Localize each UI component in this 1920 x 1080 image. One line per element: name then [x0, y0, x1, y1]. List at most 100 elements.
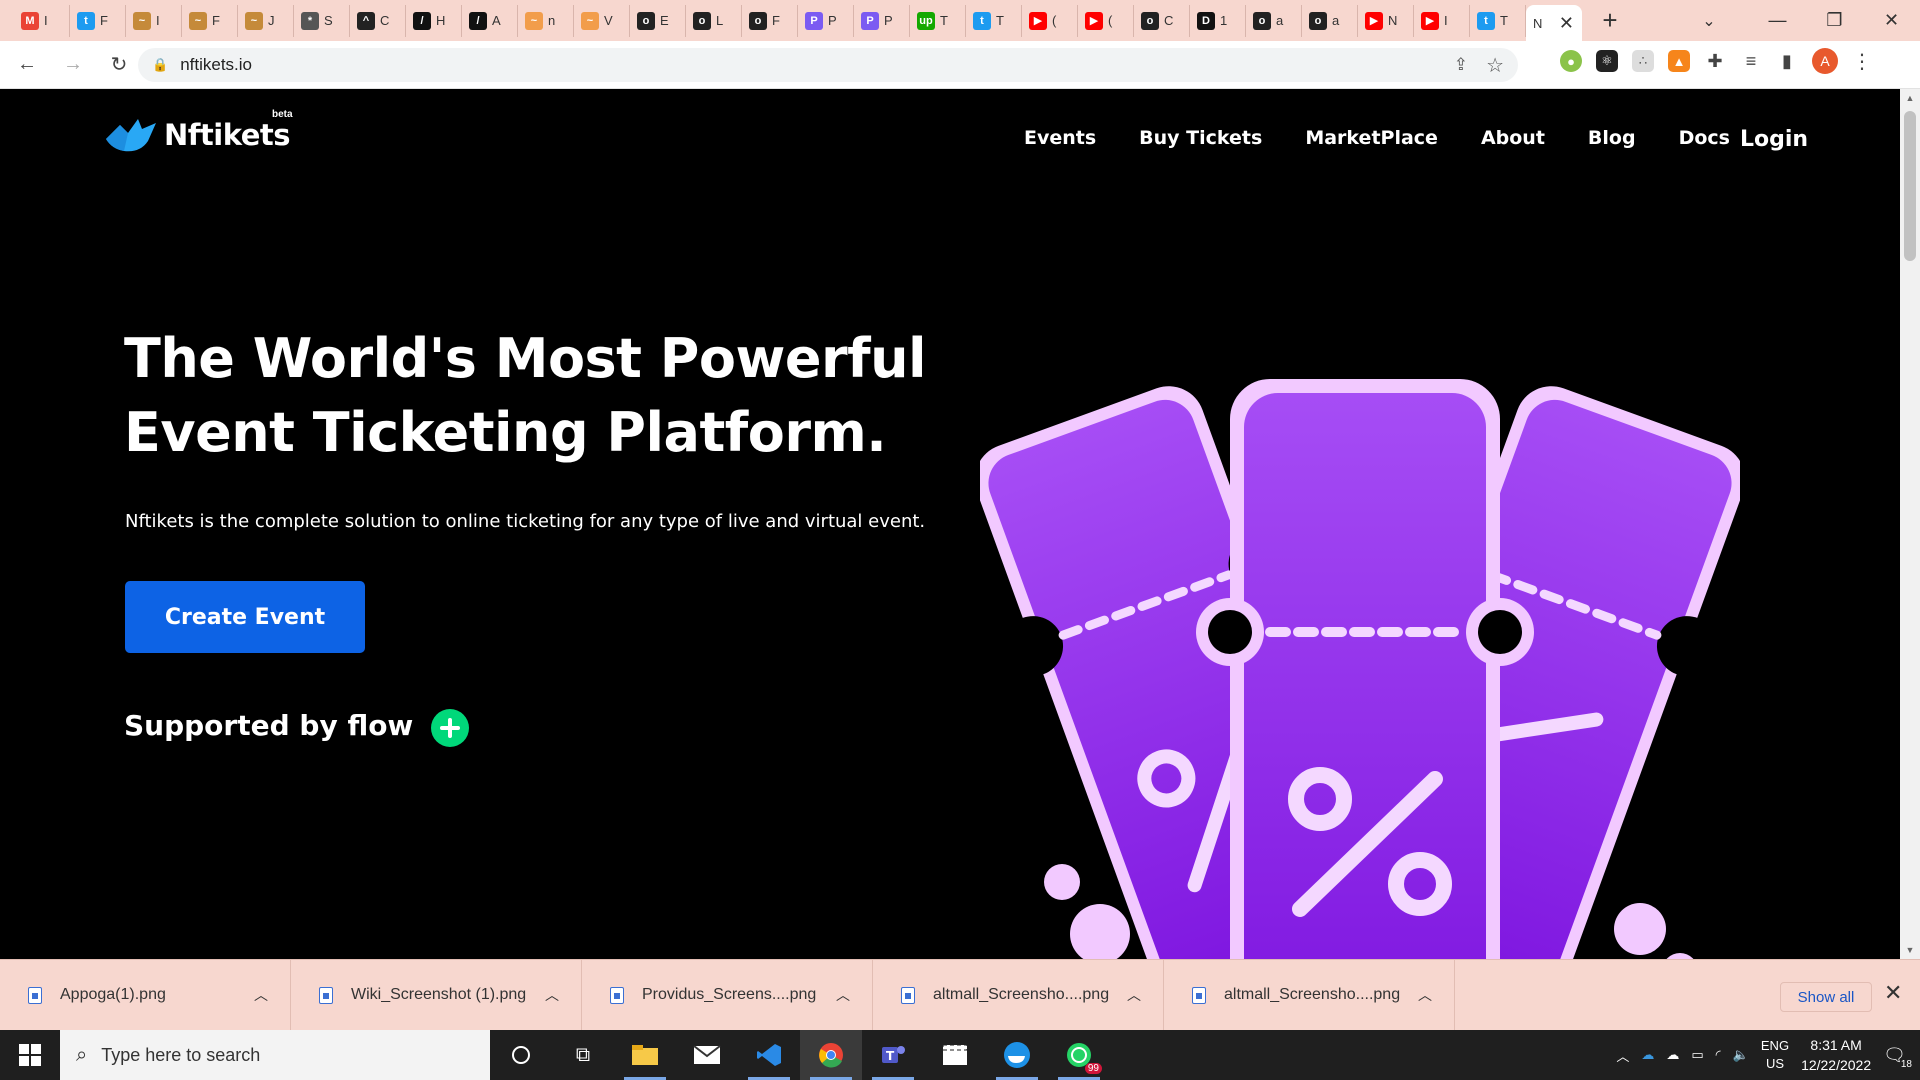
chevron-up-icon[interactable]: ︿ [1127, 985, 1141, 1005]
chevron-up-icon[interactable]: ︿ [545, 985, 559, 1005]
menu-kebab-icon[interactable]: ⋮ [1852, 49, 1872, 74]
browser-tab[interactable]: ▶( [1078, 4, 1134, 37]
share-icon[interactable]: ⇪ [1454, 55, 1468, 75]
media-icon[interactable]: ≡ [1740, 50, 1762, 72]
create-event-button[interactable]: Create Event [125, 581, 365, 653]
puzzle-icon[interactable]: ✚ [1704, 50, 1726, 72]
browser-tab[interactable]: ~ J [238, 4, 294, 37]
lock-icon[interactable]: 🔒 [152, 57, 168, 73]
close-downloads-icon[interactable]: ✕ [1884, 980, 1902, 1006]
chevron-up-icon[interactable]: ︿ [254, 985, 268, 1005]
extension-dots-icon[interactable]: ∴ [1632, 50, 1654, 72]
download-item[interactable]: Wiki_Screenshot (1).png ︿ [291, 959, 582, 1031]
notification-center-icon[interactable]: 🗨 18 [1883, 1045, 1912, 1070]
battery-icon[interactable]: ▭ [1691, 1047, 1703, 1063]
language-indicator[interactable]: ENG US [1761, 1037, 1789, 1073]
cortana-icon[interactable] [490, 1030, 552, 1080]
browser-tab[interactable]: up T [910, 4, 966, 37]
login-link[interactable]: Login [1740, 127, 1808, 152]
restore-icon[interactable]: ❐ [1806, 10, 1863, 31]
whatsapp-icon[interactable]: 99 [1048, 1030, 1110, 1080]
nav-events[interactable]: Events [1024, 127, 1096, 149]
browser-tab[interactable]: ▶( [1022, 4, 1078, 37]
teams-icon[interactable]: T [862, 1030, 924, 1080]
minimize-icon[interactable]: — [1749, 10, 1806, 31]
tab-title: C [1164, 13, 1174, 28]
browser-tab[interactable]: tT [966, 4, 1022, 37]
show-all-button[interactable]: Show all [1780, 982, 1872, 1012]
browser-tab[interactable]: oC [1134, 4, 1190, 37]
scroll-down-icon[interactable]: ▼ [1900, 945, 1920, 955]
mail-icon[interactable] [676, 1030, 738, 1080]
browser-tab[interactable]: tT [1470, 4, 1526, 37]
taskbar-search[interactable]: ⌕ Type here to search [60, 1030, 490, 1080]
metamask-icon[interactable]: ▲ [1668, 50, 1690, 72]
chevron-up-icon[interactable]: ︿ [1418, 985, 1432, 1005]
browser-tab[interactable]: ^ C [350, 4, 406, 37]
close-tab-icon[interactable]: ✕ [1559, 13, 1574, 34]
site-logo[interactable]: Nftikets beta [104, 109, 293, 155]
browser-tab[interactable]: PP [854, 4, 910, 37]
active-tab[interactable]: N ✕ [1526, 5, 1582, 41]
browser-tab[interactable]: MI [14, 4, 70, 37]
docker-icon[interactable] [986, 1030, 1048, 1080]
cloud-icon[interactable]: ☁ [1666, 1047, 1679, 1063]
bookmark-star-icon[interactable]: ☆ [1486, 53, 1504, 78]
browser-tab[interactable]: ▶ N [1358, 4, 1414, 37]
nav-blog[interactable]: Blog [1588, 127, 1636, 149]
close-window-icon[interactable]: ✕ [1863, 10, 1920, 31]
file-explorer-icon[interactable] [614, 1030, 676, 1080]
browser-tab[interactable]: / A [462, 4, 518, 37]
video-editor-icon[interactable] [924, 1030, 986, 1080]
browser-tab[interactable]: oa [1302, 4, 1358, 37]
browser-tab[interactable]: oE [630, 4, 686, 37]
nav-marketplace[interactable]: MarketPlace [1305, 127, 1438, 149]
browser-tab[interactable]: oL [686, 4, 742, 37]
nav-docs[interactable]: Docs [1679, 127, 1730, 149]
browser-tab[interactable]: oF [742, 4, 798, 37]
browser-tab[interactable]: ▶ I [1414, 4, 1470, 37]
nav-about[interactable]: About [1481, 127, 1545, 149]
react-devtools-icon[interactable]: ⚛ [1596, 50, 1618, 72]
browser-tab[interactable]: D1 [1190, 4, 1246, 37]
back-icon[interactable]: ← [8, 46, 46, 84]
side-panel-icon[interactable]: ▮ [1776, 50, 1798, 72]
browser-tab[interactable]: ~ n [518, 4, 574, 37]
reload-icon[interactable]: ↻ [100, 46, 138, 84]
browser-tab[interactable]: oa [1246, 4, 1302, 37]
address-bar[interactable]: 🔒 nftikets.io ⇪ ☆ [138, 48, 1518, 82]
tab-search-icon[interactable]: ⌄ [1689, 11, 1729, 31]
browser-tab[interactable]: tF [70, 4, 126, 37]
windows-start-icon[interactable] [0, 1030, 60, 1080]
browser-tab[interactable]: ~ V [574, 4, 630, 37]
task-view-icon[interactable]: ⧉ [552, 1030, 614, 1080]
download-filename: altmall_Screensho....png [933, 986, 1110, 1003]
chevron-up-icon[interactable]: ︿ [1616, 1046, 1629, 1065]
chrome-icon[interactable] [800, 1030, 862, 1080]
new-tab-button[interactable]: + [1590, 5, 1630, 37]
browser-tab[interactable]: ~ I [126, 4, 182, 37]
tab-title: T [940, 13, 948, 28]
download-item[interactable]: Appoga(1).png ︿ [0, 959, 291, 1031]
profile-avatar[interactable]: A [1812, 48, 1838, 74]
download-item[interactable]: altmall_Screensho....png ︿ [1164, 959, 1455, 1031]
browser-tab[interactable]: * S [294, 4, 350, 37]
chevron-up-icon[interactable]: ︿ [836, 985, 850, 1005]
browser-tab[interactable]: PP [798, 4, 854, 37]
download-item[interactable]: Providus_Screens....png ︿ [582, 959, 873, 1031]
extension-green-icon[interactable]: ● [1560, 50, 1582, 72]
url-text[interactable]: nftikets.io [180, 55, 252, 75]
clock[interactable]: 8:31 AM 12/22/2022 [1801, 1035, 1871, 1075]
scroll-thumb[interactable] [1904, 111, 1916, 261]
nav-buy-tickets[interactable]: Buy Tickets [1139, 127, 1262, 149]
browser-tab[interactable]: / H [406, 4, 462, 37]
download-item[interactable]: altmall_Screensho....png ︿ [873, 959, 1164, 1031]
vscode-icon[interactable] [738, 1030, 800, 1080]
scroll-up-icon[interactable]: ▲ [1900, 93, 1920, 103]
forward-icon[interactable]: → [54, 46, 92, 84]
wifi-icon[interactable]: ◜ [1716, 1047, 1721, 1063]
volume-icon[interactable]: 🔈 [1733, 1047, 1749, 1063]
page-scrollbar[interactable]: ▲ ▼ [1900, 89, 1920, 959]
browser-tab[interactable]: ~ F [182, 4, 238, 37]
onedrive-icon[interactable]: ☁ [1641, 1047, 1654, 1063]
